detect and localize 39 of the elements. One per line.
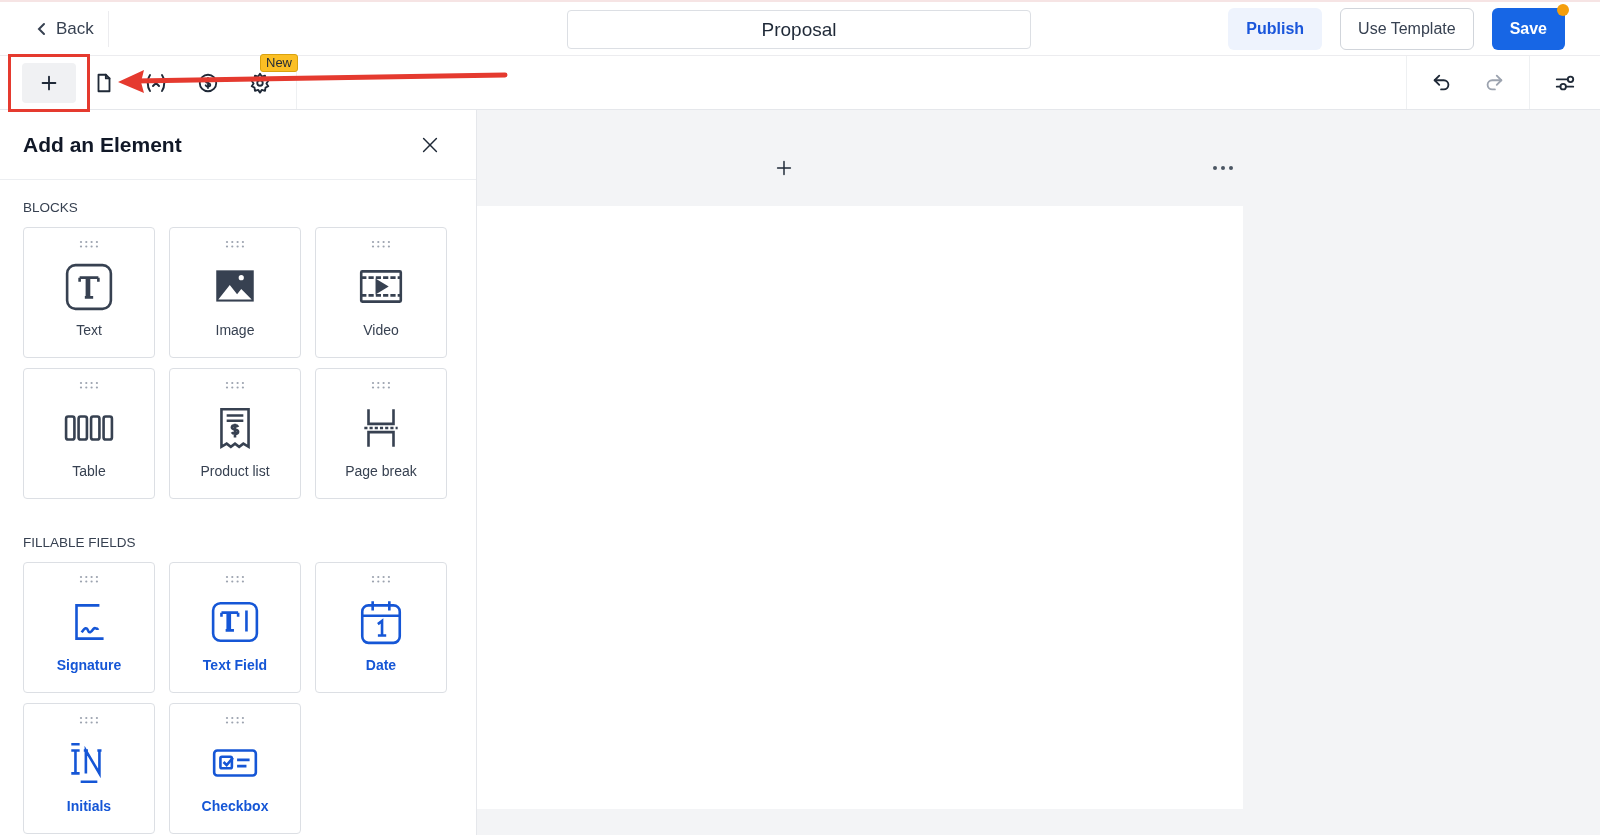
template-button[interactable]: Use Template [1340,7,1474,50]
element-card[interactable]: Product list [169,368,301,499]
toolbar-button[interactable] [248,71,272,94]
drag-handle-icon[interactable] [78,575,100,583]
drag-handle-icon[interactable] [224,716,246,724]
drag-handle-icon[interactable] [370,381,392,389]
element-card[interactable]: Text Field [169,562,301,693]
drag-handle-icon[interactable] [78,240,100,248]
toolbar-button[interactable] [22,62,76,103]
toolbar-button[interactable] [196,71,220,94]
gear-icon [249,71,271,94]
drag-handle-icon[interactable] [78,381,100,389]
section-heading: BLOCKS [23,200,79,215]
element-card[interactable]: Page break [315,368,447,499]
section-heading: FILLABLE FIELDS [23,535,137,550]
drag-handle-icon[interactable] [224,575,246,583]
element-card[interactable]: Image [169,227,301,358]
element-card[interactable]: Table [23,368,155,499]
element-card[interactable]: Checkbox [169,703,301,834]
document-title-field[interactable]: Proposal [567,10,1031,49]
panel-title: Add an Element [23,132,182,157]
toolbar-button[interactable] [144,71,168,94]
drag-handle-icon[interactable] [224,240,246,248]
dollar-icon [197,71,219,94]
element-card[interactable]: Initials [23,703,155,834]
element-card[interactable]: Signature [23,562,155,693]
element-card[interactable]: Video [315,227,447,358]
text-icon [64,262,114,312]
drag-handle-icon[interactable] [224,381,246,389]
element-card[interactable]: Text [23,227,155,358]
new-badge: New [260,53,298,72]
more-icon [1212,165,1234,171]
drag-handle-icon[interactable] [370,575,392,583]
element-card[interactable]: Date [315,562,447,693]
drag-handle-icon[interactable] [78,716,100,724]
publish-button[interactable]: Publish [1228,7,1323,50]
back-button[interactable]: Back [0,10,109,47]
drag-handle-icon[interactable] [370,240,392,248]
chevron-left-icon [36,21,48,36]
